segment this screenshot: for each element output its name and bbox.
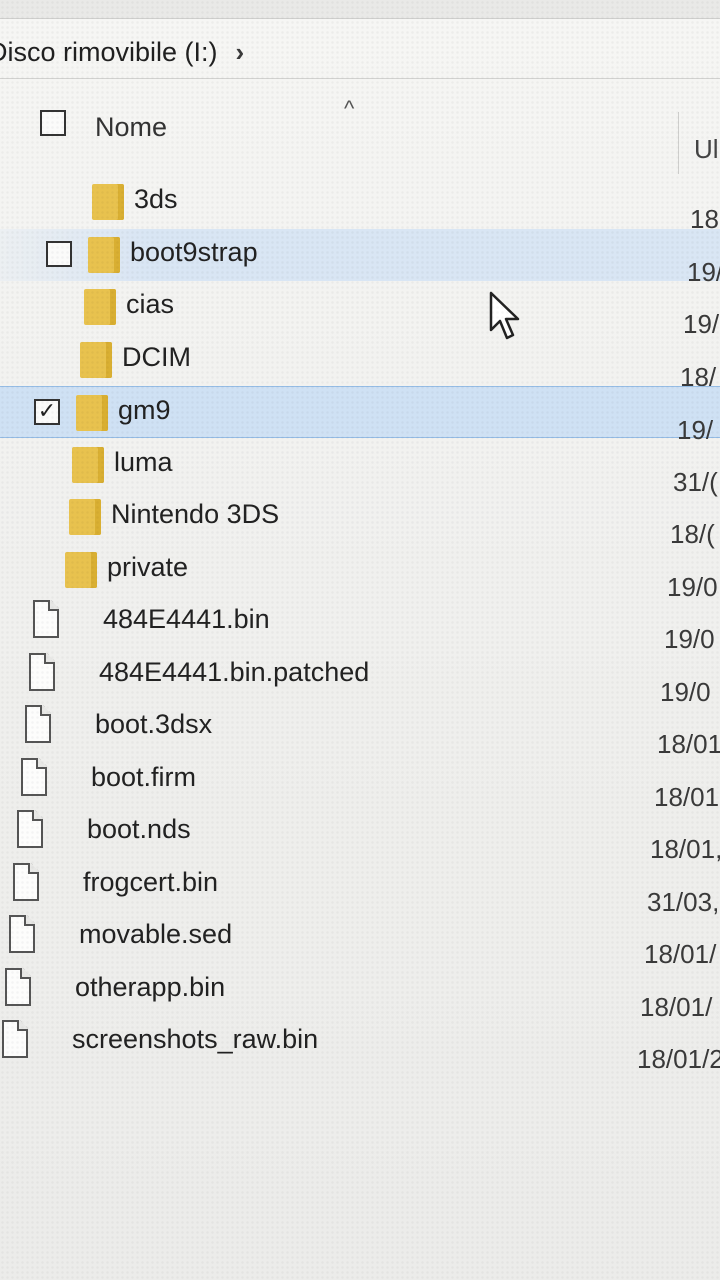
folder-icon [92,184,124,220]
file-icon [17,810,43,848]
file-name[interactable]: luma [114,447,173,478]
row-checkbox[interactable] [46,241,72,267]
folder-icon [80,342,112,378]
file-row[interactable]: 484E4441.bin 19/0 [0,596,720,654]
file-icon [21,758,47,796]
file-icon [29,653,55,691]
file-icon [33,600,59,638]
file-row[interactable]: cias 19/ [0,281,720,339]
file-row[interactable]: frogcert.bin 31/03, [0,859,720,917]
chevron-right-icon[interactable]: › [236,37,245,68]
file-row[interactable]: Nintendo 3DS 18/( [0,491,720,549]
file-row[interactable]: boot9strap 19/ [0,229,720,287]
file-name[interactable]: Nintendo 3DS [111,499,279,530]
file-name[interactable]: DCIM [122,342,191,373]
file-icon [2,1020,28,1058]
file-name[interactable]: boot.3dsx [95,709,212,740]
file-explorer-window: Disco rimovibile (I:) › ^ Nome Ul 3ds 18 b… [0,0,720,1280]
file-name[interactable]: frogcert.bin [83,867,218,898]
file-name[interactable]: boot.firm [91,762,196,793]
file-row[interactable]: DCIM 18/ [0,334,720,392]
file-name[interactable]: cias [126,289,174,320]
folder-icon [76,395,108,431]
file-name[interactable]: movable.sed [79,919,232,950]
file-row[interactable]: 3ds 18 [0,176,720,234]
file-name[interactable]: boot9strap [130,237,258,268]
file-icon [25,705,51,743]
folder-icon [88,237,120,273]
file-row[interactable]: boot.nds 18/01, [0,806,720,864]
file-row[interactable]: boot.3dsx 18/01 [0,701,720,759]
file-row[interactable]: otherapp.bin 18/01/ [0,964,720,1022]
breadcrumb-drive[interactable]: Disco rimovibile (I:) [0,37,218,68]
file-row[interactable]: ✓ gm9 19/ [0,386,720,445]
file-row[interactable]: movable.sed 18/01/ [0,911,720,969]
file-name[interactable]: 484E4441.bin [103,604,270,635]
mouse-cursor-icon [489,291,520,340]
file-name[interactable]: screenshots_raw.bin [72,1024,318,1055]
column-header-row: ^ Nome Ul [0,92,720,174]
file-name[interactable]: gm9 [118,395,171,426]
column-header-name[interactable]: Nome [95,112,167,143]
column-divider[interactable] [678,112,679,174]
file-icon [5,968,31,1006]
file-name[interactable]: 3ds [134,184,178,215]
file-icon [13,863,39,901]
breadcrumb[interactable]: Disco rimovibile (I:) › [0,26,720,79]
file-row[interactable]: private 19/0 [0,544,720,602]
file-row[interactable]: luma 31/( [0,439,720,497]
file-name[interactable]: otherapp.bin [75,972,225,1003]
file-name[interactable]: boot.nds [87,814,191,845]
select-all-checkbox[interactable] [40,110,66,136]
file-row[interactable]: screenshots_raw.bin 18/01/2 [0,1016,720,1074]
folder-icon [72,447,104,483]
file-name[interactable]: private [107,552,188,583]
sort-ascending-icon: ^ [344,96,355,121]
file-row[interactable]: 484E4441.bin.patched 19/0 [0,649,720,707]
folder-icon [69,499,101,535]
file-date: 18/01/2 [637,1044,720,1074]
row-checkbox[interactable]: ✓ [34,399,60,425]
file-row[interactable]: boot.firm 18/01 [0,754,720,812]
folder-icon [65,552,97,588]
column-header-date[interactable]: Ul [694,134,719,165]
file-name[interactable]: 484E4441.bin.patched [99,657,369,688]
file-icon [9,915,35,953]
folder-icon [84,289,116,325]
toolbar-strip [0,0,720,19]
